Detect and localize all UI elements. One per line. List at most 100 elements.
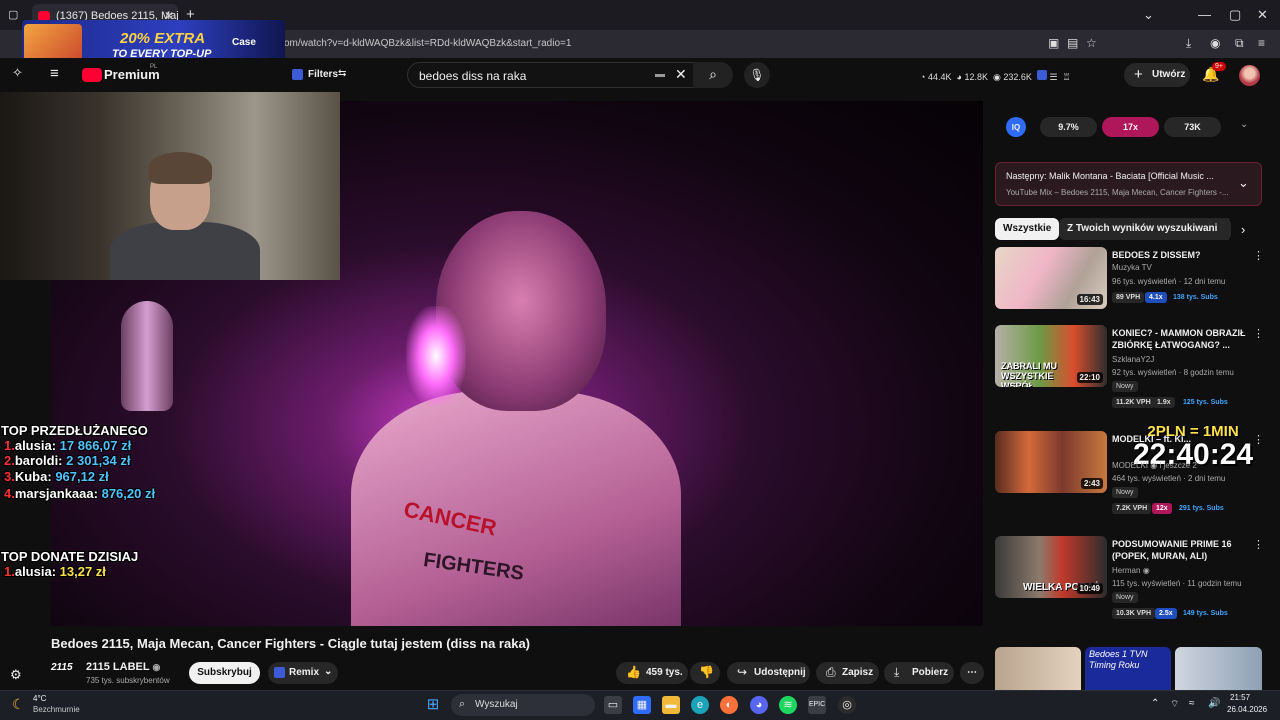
video-title[interactable]: PODSUMOWANIE PRIME 16 (POPEK, MURAN, ALI… <box>1112 538 1252 562</box>
more-vertical-icon[interactable]: ⋮ <box>1253 538 1264 551</box>
recommended-video-4[interactable]: WIELKA PORAŻ 10:49 PODSUMOWANIE PRIME 16… <box>995 536 1265 619</box>
share-button[interactable]: ↪ Udostępnij <box>727 662 810 684</box>
recommended-video-2[interactable]: ZABRALI MU WSZYSTKIE WSPÓŁ 22:10 KONIEC?… <box>995 325 1265 408</box>
video-title[interactable]: KONIEC? - MAMMON OBRAZIŁ ZBIÓRKĘ ŁATWOGA… <box>1112 327 1252 351</box>
chip-overflow <box>1217 218 1229 240</box>
video-channel[interactable]: Herman ◉ <box>1112 566 1150 575</box>
recommended-thumb-partial-1[interactable] <box>995 647 1081 690</box>
tray-network-icon[interactable]: ⌔ <box>1170 698 1179 711</box>
chevron-down-icon[interactable]: ⌄ <box>1143 7 1154 23</box>
up-next-banner[interactable]: Następny: Malik Montana - Baciata [Offic… <box>995 162 1262 206</box>
top-row-4: 4.marsjankaaa: 876,20 zł <box>4 486 156 501</box>
firefox-icon[interactable]: ◐ <box>720 696 738 714</box>
url-field[interactable]: om/watch?v=d-kldWAQBzk&list=RDd-kldWAQBz… <box>284 38 571 49</box>
weather-desc[interactable]: Bezchmurnie <box>33 705 80 714</box>
chips-next-arrow-icon[interactable]: › <box>1241 222 1245 237</box>
video-title[interactable]: MODELKI – ft. Ki... <box>1112 433 1252 445</box>
filters-sliders-icon[interactable]: ⇆ <box>338 68 346 79</box>
iq-logo-icon[interactable]: IQ <box>1006 117 1026 137</box>
store-icon[interactable]: ▦ <box>633 696 651 714</box>
weather-temp[interactable]: 4°C <box>33 694 46 703</box>
chip-all[interactable]: Wszystkie <box>995 218 1060 240</box>
dislike-button[interactable]: 👎 <box>690 662 720 684</box>
like-button[interactable]: 👍 459 tys. <box>616 662 688 684</box>
channel-logo[interactable]: 2115 <box>51 662 77 682</box>
video-channel[interactable]: MODELKI ◉ i jeszcze 2 <box>1112 461 1197 470</box>
channel-name-text: 2115 LABEL <box>86 661 150 673</box>
trophy-icon[interactable]: ♖ <box>1063 72 1071 82</box>
spotify-icon[interactable]: ≋ <box>779 696 797 714</box>
edge-icon[interactable]: e <box>691 696 709 714</box>
recommended-thumb-partial-2[interactable]: Bedoes 1 TVN Timing Roku <box>1085 647 1171 690</box>
iq-icon[interactable] <box>1036 70 1047 80</box>
windows-start-icon[interactable]: ⊞ <box>424 696 442 714</box>
video-duration: 10:49 <box>1076 583 1103 594</box>
video-thumbnail[interactable]: WIELKA PORAŻ 10:49 <box>995 536 1107 598</box>
weather-moon-icon[interactable]: ☾ <box>12 696 25 713</box>
video-channel[interactable]: SzklanaY2J <box>1112 355 1154 364</box>
video-thumbnail[interactable]: 2:43 <box>995 431 1107 493</box>
tray-chevron-icon[interactable]: ⌃ <box>1151 698 1159 709</box>
recommended-video-1[interactable]: 16:43 BEDOES Z DISSEM? Muzyka TV 96 tys.… <box>995 247 1265 327</box>
recommended-video-3[interactable]: 2:43 MODELKI – ft. Ki... MODELKI ◉ i jes… <box>995 431 1265 514</box>
subscribe-button[interactable]: Subskrybuj <box>189 662 260 684</box>
tab-list-icon[interactable]: ▢ <box>8 8 18 21</box>
avatar[interactable] <box>1239 65 1260 86</box>
pip-icon[interactable]: ▤ <box>1067 36 1078 50</box>
clear-search-icon[interactable]: ✕ <box>675 66 687 83</box>
minimize-icon[interactable]: — <box>1198 7 1211 22</box>
epic-games-icon[interactable]: EPIC <box>808 696 826 714</box>
settings-gear-icon[interactable]: ⚙ <box>10 667 22 683</box>
search-icon: ⌕ <box>459 698 466 710</box>
keyboard-icon[interactable]: ▬ <box>655 69 665 80</box>
video-meta: 92 tys. wyświetleń · 8 godzin temu <box>1112 368 1234 377</box>
create-button[interactable]: + Utwórz <box>1124 63 1190 87</box>
expand-chevron-icon[interactable]: ⌄ <box>1238 175 1249 191</box>
downloads-icon[interactable]: ⤓ <box>1186 36 1191 51</box>
restore-icon[interactable]: ▢ <box>1229 7 1241 23</box>
search-input[interactable]: bedoes diss na raka <box>407 62 697 88</box>
list-icon[interactable]: ☰ <box>1049 72 1057 82</box>
hamburger-menu-icon[interactable]: ≡ <box>50 65 59 82</box>
save-button[interactable]: ⎙ Zapisz <box>816 662 879 684</box>
task-view-icon[interactable]: ▭ <box>604 696 622 714</box>
account-icon[interactable]: ◉ <box>1210 36 1220 50</box>
menu-icon[interactable]: ≡ <box>1258 36 1265 50</box>
reader-icon[interactable]: ▣ <box>1048 36 1059 50</box>
clock-time[interactable]: 21:57 <box>1230 693 1250 702</box>
video-thumbnail[interactable]: ZABRALI MU WSZYSTKIE WSPÓŁ 22:10 <box>995 325 1107 387</box>
video-channel[interactable]: Muzyka TV <box>1112 263 1152 272</box>
recommended-thumb-partial-3[interactable] <box>1175 647 1262 690</box>
download-button[interactable]: ⤓ Pobierz <box>884 662 954 684</box>
extensions-icon[interactable]: ⧉ <box>1235 36 1244 51</box>
channel-name[interactable]: 2115 LABEL ◉ <box>86 661 160 673</box>
close-window-icon[interactable]: ✕ <box>1257 7 1268 23</box>
chip-from-search[interactable]: Z Twoich wyników wyszukiwania <box>1059 218 1231 240</box>
ai-sparkle-icon[interactable]: ✧ <box>12 65 23 81</box>
tray-volume-icon[interactable]: 🔊 <box>1208 698 1220 709</box>
stat-3: 232.6K <box>1003 72 1032 82</box>
subs-tag: 149 tys. Subs <box>1183 610 1228 617</box>
remix-button[interactable]: Remix ⌄ <box>268 662 338 684</box>
more-vertical-icon[interactable]: ⋮ <box>1253 249 1264 262</box>
discord-icon[interactable]: ◕ <box>750 696 768 714</box>
more-vertical-icon[interactable]: ⋮ <box>1253 327 1264 340</box>
video-thumbnail[interactable]: 16:43 <box>995 247 1107 309</box>
taskbar-search[interactable]: ⌕ Wyszukaj <box>451 694 595 716</box>
voice-search-button[interactable]: 🎙 <box>744 62 770 88</box>
file-explorer-icon[interactable]: ▬ <box>662 696 680 714</box>
bookmark-star-icon[interactable]: ☆ <box>1086 36 1097 50</box>
filters-button[interactable]: Filters <box>308 69 338 80</box>
more-vertical-icon[interactable]: ⋮ <box>1253 433 1264 446</box>
thumbs-down-icon: 👎 <box>699 665 714 679</box>
search-button[interactable]: ⌕ <box>693 62 733 88</box>
video-title[interactable]: BEDOES Z DISSEM? <box>1112 249 1252 261</box>
chevron-down-icon[interactable]: ⌄ <box>324 666 332 677</box>
clock-date[interactable]: 26.04.2026 <box>1227 705 1267 714</box>
more-actions-button[interactable]: ⋯ <box>960 662 984 684</box>
create-label: Utwórz <box>1152 69 1186 80</box>
youtube-logo-icon[interactable] <box>82 68 102 82</box>
chevron-down-icon[interactable]: ⌄ <box>1240 119 1248 130</box>
tray-wifi-icon[interactable]: ≈ <box>1189 698 1195 709</box>
obs-icon[interactable]: ◎ <box>838 696 856 714</box>
